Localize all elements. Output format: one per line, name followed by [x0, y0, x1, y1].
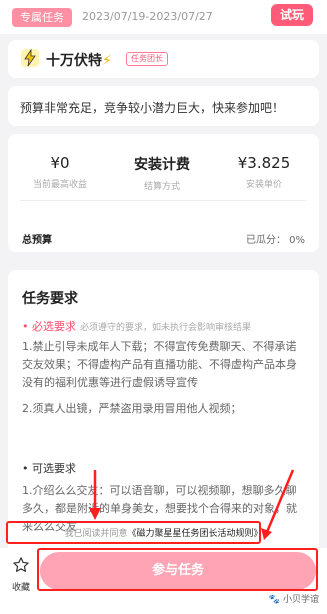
- lightning-icon: ⚡: [102, 53, 112, 69]
- mandatory-title: • 必选要求: [22, 320, 76, 333]
- watermark: 🐾 小贝学谊: [268, 595, 319, 605]
- task-leader-badge: 任务团长: [126, 52, 168, 66]
- unit-price-stat: ¥3.825 安装单价: [214, 154, 314, 190]
- task-date-range: 2023/07/19-2023/07/27: [82, 10, 213, 23]
- unit-price-label: 安装单价: [245, 180, 282, 190]
- try-button[interactable]: 试玩: [271, 4, 313, 26]
- lightning-bunny-icon: [20, 48, 40, 68]
- task-description: 预算非常充足，竞争较小潜力巨大，快来参加吧！: [20, 101, 285, 115]
- app-name: 十万伏特⚡: [46, 50, 112, 70]
- task-header-strip: 专属任务 2023/07/19-2023/07/27 试玩: [0, 0, 327, 34]
- stats-card: ¥0 当前最高收益 安装计费 结算方式 ¥3.825 安装单价 总预算 已瓜分：…: [8, 134, 319, 252]
- description-card: 预算非常充足，竞争较小潜力巨大，快来参加吧！: [8, 86, 319, 126]
- requirements-title: 任务要求: [22, 291, 78, 307]
- income-label: 当前最高收益: [32, 180, 87, 190]
- income-stat: ¥0 当前最高收益: [10, 154, 110, 190]
- billing-method-stat: 安装计费 结算方式: [112, 154, 212, 192]
- annotation-highlight-agreement: [6, 521, 261, 544]
- app-info-card: 十万伏特⚡ 任务团长: [8, 40, 319, 78]
- app-name-text: 十万伏特: [46, 53, 102, 69]
- mandatory-note: 必须遵守的要求，如未执行会影响审核结果: [80, 323, 252, 333]
- favorite-button[interactable]: 收藏: [8, 556, 34, 593]
- optional-requirements-title: • 可选要求: [22, 462, 76, 475]
- billing-method-value: 安装计费: [134, 157, 190, 173]
- budget-split-value: 已瓜分： 0%: [245, 235, 305, 246]
- annotation-highlight-join-button: [37, 548, 318, 591]
- unit-price-value: ¥3.825: [237, 154, 291, 172]
- list-item: 2.须真人出镜，严禁盗用录用冒用他人视频；: [22, 402, 242, 415]
- billing-method-label: 结算方式: [143, 182, 180, 192]
- mandatory-requirements-heading: • 必选要求 必须遵守的要求，如未执行会影响审核结果: [22, 318, 251, 334]
- income-value: ¥0: [50, 154, 70, 172]
- favorite-label: 收藏: [11, 583, 30, 593]
- list-item: 1.禁止引导未成年人下载；不得宣传免费聊天、不得承诺交友效果；不得虚构产品有直播…: [22, 340, 297, 389]
- divider: [20, 200, 307, 201]
- star-outline-icon: [8, 556, 34, 578]
- total-budget-label: 总预算: [22, 235, 52, 246]
- mandatory-requirements-list: 1.禁止引导未成年人下载；不得宣传免费聊天、不得承诺交友效果；不得虚构产品有直播…: [22, 338, 307, 426]
- exclusive-task-tag: 专属任务: [12, 8, 72, 27]
